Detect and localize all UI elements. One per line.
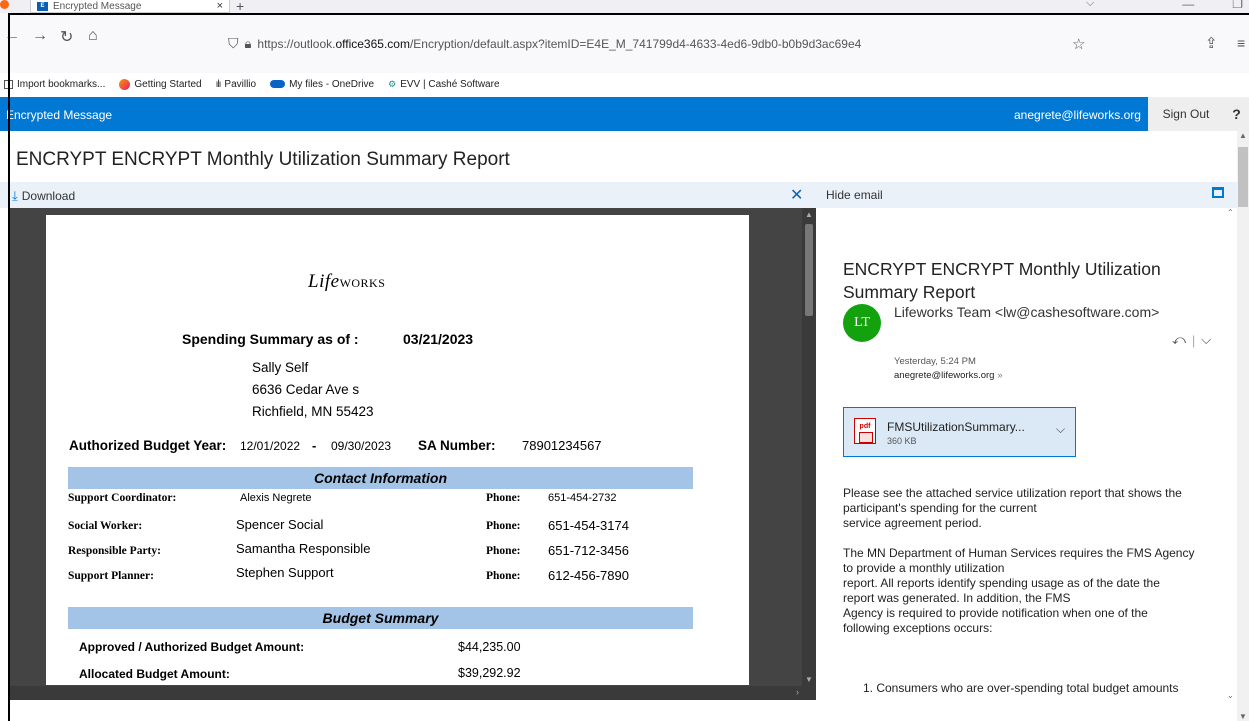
budget-start: 12/01/2022	[240, 439, 301, 453]
pdf-icon: pdf	[854, 418, 876, 444]
page-title: ENCRYPT ENCRYPT Monthly Utilization Summ…	[16, 149, 510, 170]
import-icon	[4, 79, 13, 89]
sign-out-button[interactable]: Sign Out	[1148, 97, 1224, 131]
restore-icon[interactable]: ❐	[1232, 0, 1243, 11]
participant-city: Richfield, MN 55423	[252, 404, 374, 419]
bookmark-pavillio[interactable]: ılı Pavillio	[216, 79, 256, 90]
budget-year-label: Authorized Budget Year:	[69, 438, 227, 453]
back-icon[interactable]: ←	[4, 27, 20, 45]
attachment-name: FMSUtilizationSummary...	[887, 420, 1025, 434]
close-viewer-icon[interactable]: ✕	[790, 185, 803, 205]
budget-row: Approved / Authorized Budget Amount:	[79, 640, 305, 654]
reload-icon[interactable]: ↻	[60, 27, 73, 47]
bookmark-getting-started[interactable]: Getting Started	[119, 78, 202, 90]
scroll-right-icon[interactable]: ›	[796, 687, 799, 697]
viewer-horizontal-scrollbar[interactable]: ›	[10, 686, 816, 700]
budget-value: $39,292.92	[458, 666, 521, 680]
shield-icon[interactable]: ⛉	[228, 35, 239, 52]
scroll-up-icon[interactable]: ⌃	[1227, 208, 1234, 217]
reply-button-group[interactable]: ⤺ | ⌵	[1172, 332, 1211, 348]
tab-title: Encrypted Message	[53, 0, 142, 12]
new-tab-icon[interactable]: +	[236, 0, 244, 14]
sa-number-label: SA Number:	[418, 438, 496, 453]
browser-tab-strip: E Encrypted Message × + ⌵ — ❐	[0, 0, 1249, 14]
viewer-scrollbar[interactable]: ▲ ▼	[802, 208, 816, 686]
participant-street: 6636 Cedar Ave s	[252, 382, 360, 397]
popout-icon[interactable]	[1212, 187, 1224, 198]
action-bar: ⤓ Download ✕ Hide email	[0, 182, 1237, 208]
tab-close-icon[interactable]: ×	[217, 0, 223, 12]
firefox-icon	[119, 78, 131, 90]
budget-row: Allocated Budget Amount:	[79, 667, 230, 681]
download-icon: ⤓	[12, 188, 18, 203]
download-button[interactable]: ⤓ Download	[12, 188, 75, 204]
contact-row: Support Planner: Stephen Support Phone: …	[68, 565, 629, 583]
bars-icon: ılı	[215, 78, 222, 90]
url-text: https://outlook.office365.com/Encryption…	[257, 36, 862, 51]
hide-email-button[interactable]: Hide email	[826, 188, 883, 202]
email-date: Yesterday, 5:24 PM	[894, 356, 976, 367]
email-sender: Lifeworks Team <lw@cashesoftware.com>	[894, 304, 1160, 320]
subject-bar: ENCRYPT ENCRYPT Monthly Utilization Summ…	[0, 131, 1237, 179]
bookmark-onedrive[interactable]: My files - OneDrive	[270, 79, 374, 90]
user-email: anegrete@lifeworks.org	[1014, 108, 1141, 122]
bookmark-evv[interactable]: ⚙ EVV | Cashé Software	[388, 79, 499, 90]
avatar: LT	[843, 304, 881, 342]
home-icon[interactable]: ⌂	[88, 27, 98, 45]
budget-summary-header: Budget Summary	[68, 607, 693, 629]
email-recipient[interactable]: anegrete@lifeworks.org»	[894, 370, 1003, 381]
help-button[interactable]: ?	[1224, 97, 1249, 131]
page-scrollbar[interactable]: ▲ ▼	[1237, 131, 1249, 721]
forward-icon[interactable]: →	[32, 27, 48, 45]
app-title: Encrypted Message	[6, 108, 113, 122]
contact-row: Support Coordinator: Alexis Negrete Phon…	[68, 492, 617, 504]
onedrive-icon	[270, 80, 286, 88]
attachment-card[interactable]: pdf FMSUtilizationSummary... 360 KB ⌵	[843, 407, 1076, 457]
tab-encrypted-message[interactable]: E Encrypted Message ×	[30, 0, 230, 13]
share-icon[interactable]: ⇪	[1205, 34, 1218, 52]
bookmarks-bar: Import bookmarks... Getting Started ılı P…	[0, 74, 1249, 94]
outlook-favicon-icon: E	[37, 1, 48, 11]
email-subject: ENCRYPT ENCRYPT Monthly Utilization Summ…	[843, 259, 1161, 302]
list-item: 1. Consumers who are over-spending total…	[863, 681, 1179, 695]
sa-number: 78901234567	[522, 438, 602, 453]
minimize-icon[interactable]: —	[1182, 0, 1194, 11]
evv-icon: ⚙	[388, 78, 397, 89]
document-page: Lifeworks Spending Summary as of : 03/21…	[46, 215, 749, 685]
email-pane: ENCRYPT ENCRYPT Monthly Utilization Summ…	[816, 208, 1237, 700]
email-body: Please see the attached service utilizat…	[843, 486, 1195, 635]
lifeworks-logo: Lifeworks	[308, 271, 386, 292]
menu-icon[interactable]: ≡	[1237, 35, 1245, 51]
scroll-thumb[interactable]	[805, 224, 813, 316]
scroll-down-icon[interactable]: ▼	[1239, 712, 1247, 721]
tab-list-chevron-icon[interactable]: ⌵	[1086, 0, 1094, 10]
email-scrollbar[interactable]: ⌃ ⌄	[1226, 208, 1237, 700]
scroll-up-icon[interactable]: ▲	[1239, 131, 1247, 140]
scroll-down-icon[interactable]: ⌄	[1227, 691, 1234, 700]
contact-information-header: Contact Information	[68, 467, 693, 489]
chevron-down-icon[interactable]: ⌵	[1201, 332, 1211, 348]
chevron-down-icon[interactable]: ⌵	[1056, 422, 1065, 437]
budget-dash: -	[312, 438, 317, 453]
budget-end: 09/30/2023	[331, 439, 392, 453]
scroll-up-icon[interactable]: ▲	[805, 210, 813, 219]
budget-value: $44,235.00	[458, 640, 521, 654]
expand-recipients-icon: »	[997, 370, 1003, 380]
lock-icon[interactable]: 🔒︎	[245, 36, 252, 52]
address-bar[interactable]: ⛉ 🔒︎ https://outlook.office365.com/Encry…	[228, 35, 861, 52]
bookmark-import[interactable]: Import bookmarks...	[4, 79, 105, 90]
participant-name: Sally Self	[252, 360, 309, 375]
app-header: Encrypted Message anegrete@lifeworks.org…	[0, 97, 1249, 131]
summary-label: Spending Summary as of :	[182, 331, 359, 347]
document-viewer: Lifeworks Spending Summary as of : 03/21…	[10, 208, 816, 700]
scroll-thumb[interactable]	[1238, 147, 1248, 207]
bookmark-star-icon[interactable]: ☆	[1072, 35, 1085, 53]
contact-row: Responsible Party: Samantha Responsible …	[68, 541, 629, 558]
firefox-logo-icon	[0, 0, 9, 9]
attachment-size: 360 KB	[887, 436, 917, 446]
reply-icon[interactable]: ⤺	[1172, 332, 1186, 348]
summary-date: 03/21/2023	[403, 331, 474, 347]
contact-row: Social Worker: Spencer Social Phone: 651…	[68, 517, 629, 533]
scroll-down-icon[interactable]: ▼	[805, 675, 813, 684]
